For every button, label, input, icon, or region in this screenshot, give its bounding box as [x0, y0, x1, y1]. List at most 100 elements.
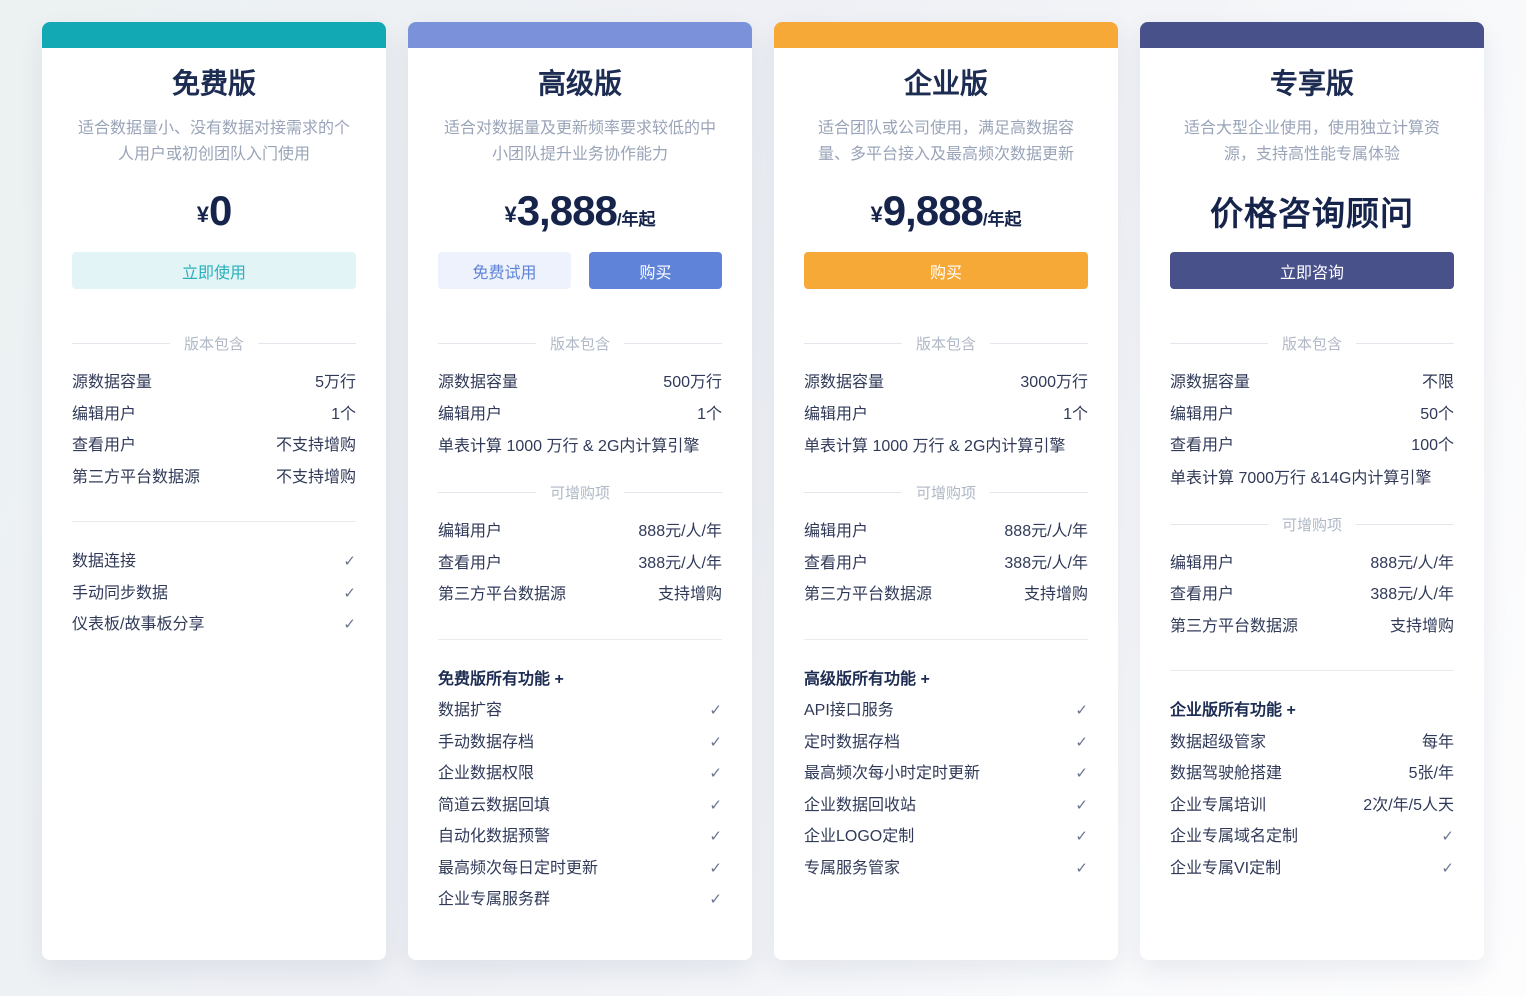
divider-line: [804, 343, 902, 344]
addon-label: 第三方平台数据源: [804, 579, 932, 611]
button-row: 立即咨询: [1170, 252, 1454, 289]
feature-row: 手动同步数据✓: [72, 578, 356, 610]
addon-label: 第三方平台数据源: [438, 579, 566, 611]
check-icon: ✓: [709, 727, 722, 759]
feature-label: 数据连接: [72, 546, 136, 578]
feature-label: 自动化数据预警: [438, 821, 550, 853]
section-label: 可增购项: [916, 482, 976, 503]
feature-rows: 免费版所有功能 + 数据扩容✓ 手动数据存档✓ 企业数据权限✓ 简道云数据回填✓…: [438, 664, 722, 916]
free-trial-button[interactable]: 免费试用: [438, 252, 571, 289]
section-label: 可增购项: [550, 482, 610, 503]
addon-rows: 编辑用户 888元/人/年 查看用户 388元/人/年 第三方平台数据源支持增购: [1170, 548, 1454, 643]
spec-label: 编辑用户: [72, 399, 136, 431]
pricing-cards: 免费版 适合数据量小、没有数据对接需求的个人用户或初创团队入门使用 ¥0 立即使…: [42, 22, 1484, 960]
plan-price: ¥3,888/年起: [438, 174, 722, 248]
addon-label: 查看用户: [438, 548, 502, 580]
spec-row: 源数据容量 不限: [1170, 367, 1454, 399]
divider-line: [438, 492, 536, 493]
price-suffix: /年起: [983, 205, 1022, 230]
divider-line: [438, 343, 536, 344]
price-amount: 0: [209, 187, 231, 235]
feature-rows: 数据连接✓ 手动同步数据✓ 仪表板/故事板分享✓: [72, 546, 356, 641]
spec-row: 源数据容量500万行: [438, 367, 722, 399]
plan-description: 适合对数据量及更新频率要求较低的中小团队提升业务协作能力: [438, 116, 722, 168]
feature-rows: 高级版所有功能 + API接口服务✓ 定时数据存档✓ 最高频次每小时定时更新✓ …: [804, 664, 1088, 885]
spec-value: 100个: [1411, 430, 1454, 462]
divider-line: [1170, 524, 1268, 525]
feature-label: 企业专属VI定制: [1170, 853, 1281, 885]
divider-line: [804, 492, 902, 493]
feature-row: 手动数据存档✓: [438, 727, 722, 759]
plan-name: 企业版: [804, 64, 1088, 104]
buy-button[interactable]: 购买: [804, 252, 1088, 289]
feature-label: API接口服务: [804, 695, 894, 727]
feature-row: 最高频次每日定时更新✓: [438, 853, 722, 885]
section-header-addon: 可增购项: [438, 482, 722, 503]
feature-row: 简道云数据回填✓: [438, 790, 722, 822]
addon-value: 388元/人/年: [1370, 579, 1454, 611]
addon-row: 查看用户388元/人/年: [438, 548, 722, 580]
price-currency: ¥: [870, 202, 882, 228]
addon-row: 查看用户 388元/人/年: [1170, 579, 1454, 611]
consult-now-button[interactable]: 立即咨询: [1170, 252, 1454, 289]
feature-group-title: 企业版所有功能 +: [1170, 695, 1454, 727]
card-body: 专享版 适合大型企业使用，使用独立计算资源，支持高性能专属体验 价格咨询顾问 立…: [1140, 48, 1484, 960]
check-icon: ✓: [343, 546, 356, 578]
use-now-button[interactable]: 立即使用: [72, 252, 356, 289]
buy-button[interactable]: 购买: [589, 252, 722, 289]
feature-row: 数据超级管家每年: [1170, 727, 1454, 759]
addon-value: 支持增购: [1390, 611, 1454, 643]
addon-label: 查看用户: [804, 548, 868, 580]
addon-label: 编辑用户: [1170, 548, 1234, 580]
feature-label: 企业LOGO定制: [804, 821, 914, 853]
divider-line: [1170, 343, 1268, 344]
spec-row: 编辑用户1个: [72, 399, 356, 431]
spec-value: 1个: [697, 399, 722, 431]
spec-value: 1个: [1063, 399, 1088, 431]
feature-label: 数据扩容: [438, 695, 502, 727]
card-body: 免费版 适合数据量小、没有数据对接需求的个人用户或初创团队入门使用 ¥0 立即使…: [42, 48, 386, 960]
spec-label: 源数据容量: [438, 367, 518, 399]
price-amount: 9,888: [883, 187, 983, 235]
feature-value: 5张/年: [1409, 758, 1454, 790]
spec-row: 查看用户不支持增购: [72, 430, 356, 462]
feature-row: 自动化数据预警 ✓: [438, 821, 722, 853]
addon-label: 查看用户: [1170, 579, 1234, 611]
include-rows: 源数据容量不限 编辑用户50个 查看用户100个 单表计算 7000万行 &14…: [1170, 367, 1454, 494]
check-icon: ✓: [709, 758, 722, 790]
plan-price: ¥9,888/年起: [804, 174, 1088, 248]
spec-label: 源数据容量: [1170, 367, 1250, 399]
addon-row: 第三方平台数据源支持增购: [1170, 611, 1454, 643]
feature-label: 企业专属域名定制: [1170, 821, 1298, 853]
feature-row: 企业数据权限 ✓: [438, 758, 722, 790]
plan-price: ¥0: [72, 174, 356, 248]
feature-label: 简道云数据回填: [438, 790, 550, 822]
button-row: 购买: [804, 252, 1088, 289]
feature-row: 最高频次每小时定时更新✓: [804, 758, 1088, 790]
section-header-include: 版本包含: [438, 333, 722, 354]
section-header-addon: 可增购项: [804, 482, 1088, 503]
addon-value: 888元/人/年: [1370, 548, 1454, 580]
spec-value: 不限: [1422, 367, 1454, 399]
feature-row: 数据连接 ✓: [72, 546, 356, 578]
feature-label: 企业数据权限: [438, 758, 534, 790]
divider-line: [990, 492, 1088, 493]
addon-value: 888元/人/年: [1004, 516, 1088, 548]
price-text: 价格咨询顾问: [1210, 187, 1414, 235]
price-currency: ¥: [504, 202, 516, 228]
card-accent-bar: [774, 22, 1118, 48]
feature-row: 专属服务管家✓: [804, 853, 1088, 885]
spec-row: 查看用户100个: [1170, 430, 1454, 462]
pricing-card-enterprise: 企业版 适合团队或公司使用，满足高数据容量、多平台接入及最高频次数据更新 ¥9,…: [774, 22, 1118, 960]
check-icon: ✓: [343, 578, 356, 610]
plan-description: 适合团队或公司使用，满足高数据容量、多平台接入及最高频次数据更新: [804, 116, 1088, 168]
feature-label: 企业数据回收站: [804, 790, 916, 822]
check-icon: ✓: [1075, 695, 1088, 727]
check-icon: ✓: [709, 821, 722, 853]
divider-line: [72, 343, 170, 344]
spec-value: 3000万行: [1020, 367, 1088, 399]
divider: [72, 521, 356, 522]
section-label: 版本包含: [1282, 333, 1342, 354]
divider-line: [1356, 524, 1454, 525]
feature-value: 2次/年/5人天: [1363, 790, 1454, 822]
